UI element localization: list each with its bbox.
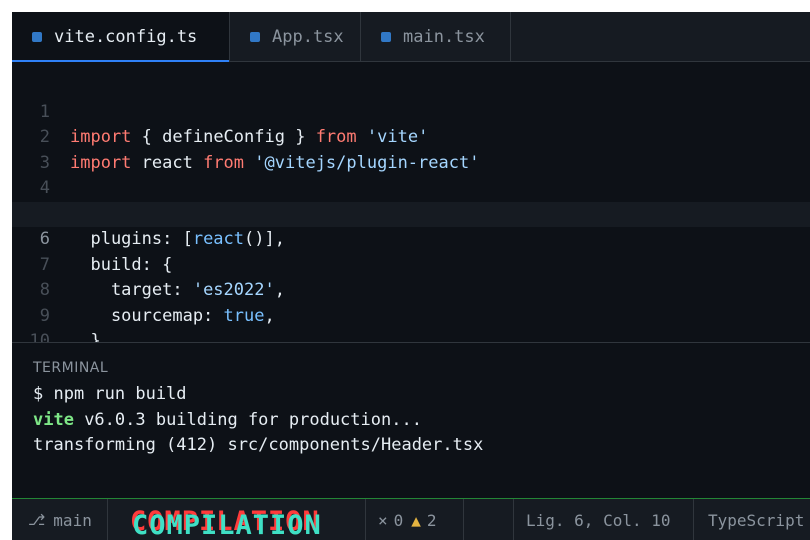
code-line[interactable]: 2 import react from '@vitejs/plugin-reac… xyxy=(12,100,810,173)
tab-app-tsx[interactable]: App.tsx xyxy=(230,12,361,61)
tsx-file-icon xyxy=(381,31,391,42)
tab-label: vite.config.ts xyxy=(54,27,198,47)
code-line[interactable]: 8 sourcemap: true, xyxy=(12,253,810,326)
code-line[interactable]: 5 plugins: [react()], xyxy=(12,176,810,250)
language-label: TypeScript xyxy=(708,510,805,530)
typescript-file-icon xyxy=(32,32,42,42)
code-line[interactable]: 1 import { defineConfig } from 'vite' xyxy=(12,74,810,148)
warning-icon: ▲ xyxy=(411,510,421,530)
terminal-output-line: transforming (412) src/components/Header… xyxy=(33,435,484,455)
code-line[interactable]: 4 export default defineConfig({ xyxy=(12,151,810,224)
problems-indicator[interactable]: × 0 ▲ 2 xyxy=(366,499,464,540)
error-icon: × xyxy=(378,510,388,530)
tab-label: main.tsx xyxy=(403,26,485,47)
vite-label: vite xyxy=(33,410,74,430)
code-line[interactable]: 7 target: 'es2022', xyxy=(12,227,810,301)
code-editor: vite.config.ts App.tsx main.tsx 1 import… xyxy=(12,12,810,540)
status-spacer xyxy=(464,499,514,540)
code-line[interactable]: 10 }) xyxy=(12,304,810,377)
tab-vite-config[interactable]: vite.config.ts xyxy=(12,12,230,62)
branch-indicator[interactable]: ⎇ main xyxy=(12,499,108,540)
git-branch-icon: ⎇ xyxy=(28,511,46,529)
code-line[interactable]: 9 }, xyxy=(12,278,810,352)
terminal-panel[interactable]: TERMINAL $ npm run build vite v6.0.3 bui… xyxy=(12,342,810,499)
code-line-current[interactable]: 6 build: { xyxy=(12,201,810,275)
build-status: v6.0.3 building for production... xyxy=(73,410,422,430)
terminal-command: $ npm run build xyxy=(33,384,187,404)
warning-count: 2 xyxy=(426,510,437,530)
error-count: 0 xyxy=(393,510,404,530)
status-bar: ⎇ main COMPILATION COMPILATION × 0 ▲ 2 L… xyxy=(12,498,810,540)
code-area[interactable]: 1 import { defineConfig } from 'vite' 2 … xyxy=(12,74,810,377)
cursor-position[interactable]: Lig. 6, Col. 10 xyxy=(514,499,694,540)
tab-label: App.tsx xyxy=(272,26,344,47)
cursor-position-label: Lig. 6, Col. 10 xyxy=(526,510,671,530)
terminal-title: TERMINAL xyxy=(33,360,109,376)
tab-main-tsx[interactable]: main.tsx xyxy=(361,12,511,61)
language-mode[interactable]: TypeScript xyxy=(694,499,810,540)
tsx-file-icon xyxy=(250,31,260,42)
terminal-output-line: vite v6.0.3 building for production... xyxy=(33,410,422,430)
branch-name: main xyxy=(53,510,92,530)
tab-bar: vite.config.ts App.tsx main.tsx xyxy=(12,12,810,62)
code-line[interactable]: 3 xyxy=(12,125,810,173)
compilation-banner-area: COMPILATION COMPILATION xyxy=(108,499,366,540)
